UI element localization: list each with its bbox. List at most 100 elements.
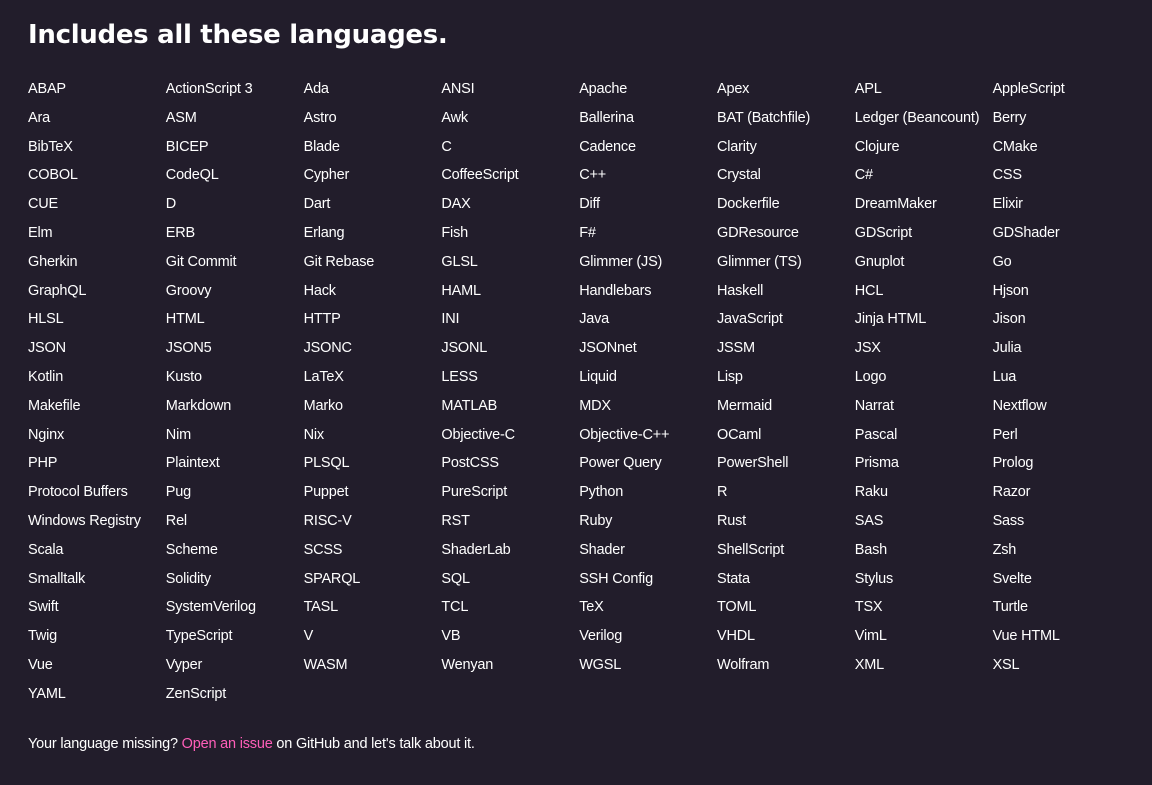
language-item: ASM [165,109,197,126]
language-item: Elixir [992,196,1023,213]
language-item: DAX [441,196,471,213]
language-item: Swift [28,599,59,616]
language-item: Ruby [579,512,613,529]
language-item: Pascal [854,426,898,443]
language-item: Twig [28,628,58,645]
language-item: Ada [303,81,329,97]
language-item: Python [579,484,624,501]
language-item: Jison [992,311,1026,328]
language-item: GraphQL [28,282,87,299]
language-item: Perl [992,426,1018,443]
language-item: Plaintext [165,455,220,472]
language-item: Dockerfile [716,196,780,213]
language-item: Cypher [303,167,350,184]
language-item: Nextflow [992,397,1047,414]
language-item: Mermaid [716,397,772,414]
language-item: ERB [165,224,196,241]
language-item: Clarity [716,138,757,155]
language-item: Crystal [716,167,761,184]
language-item: CodeQL [165,167,219,184]
language-item: Objective-C [441,426,515,443]
language-item: JSSM [716,340,755,357]
language-item: ABAP [28,81,66,97]
language-item: Objective-C++ [579,426,670,443]
language-item: Glimmer (JS) [579,253,663,270]
language-item: Wolfram [716,656,770,673]
language-item: Git Commit [165,253,237,270]
language-item: Fish [441,224,468,241]
language-item: Lua [992,368,1017,385]
language-item: Makefile [28,397,81,414]
language-item: HAML [441,282,481,299]
language-item: Vyper [165,656,203,673]
language-item: Turtle [992,599,1029,616]
language-item: Smalltalk [28,570,86,587]
language-item: CMake [992,138,1038,155]
language-item: Prolog [992,455,1034,472]
language-item: WGSL [579,656,622,673]
language-item: Markdown [165,397,232,414]
language-item: SQL [441,570,470,587]
language-item: HLSL [28,311,64,328]
language-item: TOML [716,599,757,616]
language-item: JSONL [441,340,488,357]
language-item: V [303,628,314,645]
language-item: Stata [716,570,750,587]
language-item: Prisma [854,455,899,472]
language-item: C# [854,167,873,184]
language-item: TeX [579,599,604,616]
language-item: Diff [579,196,600,213]
language-item: Dart [303,196,331,213]
language-item: SSH Config [579,570,653,587]
language-item: Berry [992,109,1027,126]
language-item: Ballerina [579,109,634,126]
language-item: Sass [992,512,1025,529]
language-item: OCaml [716,426,762,443]
language-item: Razor [992,484,1031,501]
language-item: Shader [579,541,625,558]
language-item: Power Query [579,455,662,472]
language-item: COBOL [28,167,78,184]
open-issue-link[interactable]: Open an issue [182,736,273,752]
language-item: Elm [28,224,53,241]
language-item: Ara [28,109,50,126]
language-item: ZenScript [165,685,227,702]
language-item: Apache [579,81,628,97]
footer-prefix: Your language missing? [28,736,182,752]
language-item: Vue [28,656,53,673]
language-item: MATLAB [441,397,498,414]
language-item: PLSQL [303,455,350,472]
language-item: JSONnet [579,340,637,357]
language-item: Apex [716,81,750,97]
language-item: WASM [303,656,348,673]
language-item: Zsh [992,541,1017,558]
language-item: Solidity [165,570,211,587]
language-item: Liquid [579,368,617,385]
language-item: Stylus [854,570,894,587]
language-item: F# [579,224,596,241]
language-item: Logo [854,368,887,385]
language-item: Nginx [28,426,65,443]
language-item: JSONC [303,340,352,357]
footer-note: Your language missing? Open an issue on … [28,733,475,755]
language-item: PowerShell [716,455,789,472]
language-item: Groovy [165,282,212,299]
language-item: TCL [441,599,469,616]
language-item: SCSS [303,541,343,558]
language-item: ActionScript 3 [165,81,253,97]
language-item: TASL [303,599,339,616]
language-item: Scheme [165,541,218,558]
language-item: Go [992,253,1012,270]
language-item: Kusto [165,368,202,385]
language-item: CSS [992,167,1022,184]
language-item: C++ [579,167,606,184]
language-item: XML [854,656,884,673]
section-heading: Includes all these languages. [28,20,448,50]
language-item: HTTP [303,311,341,328]
language-item: Erlang [303,224,345,241]
language-list: ABAP ActionScript 3 Ada ANSI Apache Apex APL Ap… [28,75,1138,709]
language-item: ANSI [441,81,475,97]
language-item: APL [854,81,882,97]
language-item: Lisp [716,368,743,385]
language-item: Cadence [579,138,636,155]
